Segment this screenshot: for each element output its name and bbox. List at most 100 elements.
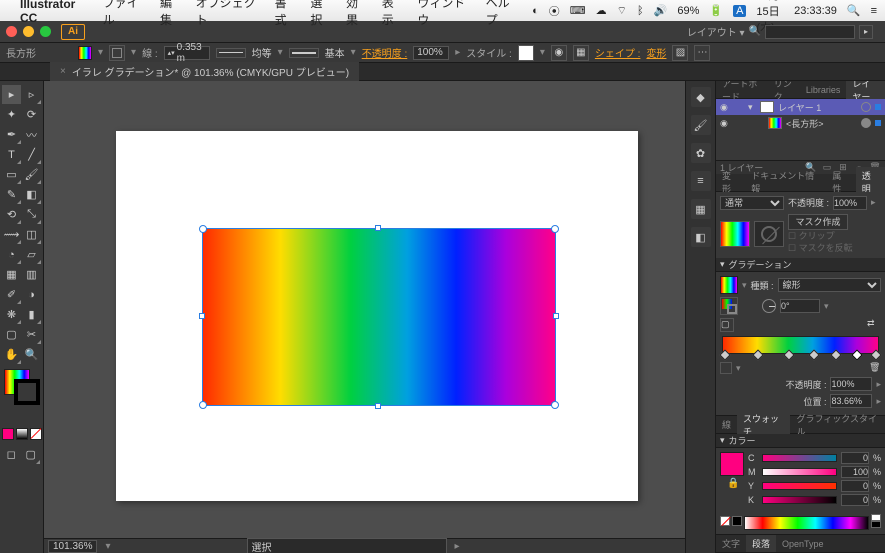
menu-object[interactable]: オブジェクト	[196, 0, 261, 28]
resize-handle[interactable]	[375, 225, 381, 231]
visibility-icon[interactable]: ◉	[720, 102, 732, 113]
battery-icon[interactable]: 🔋	[709, 4, 723, 17]
lasso-tool[interactable]: ⟳	[22, 105, 41, 124]
isolate-icon[interactable]: ▨	[672, 45, 688, 61]
fill-stroke-indicator[interactable]	[4, 369, 39, 409]
free-transform-tool[interactable]: ◫	[22, 225, 41, 244]
opacity-input[interactable]: 100%	[413, 46, 449, 60]
channel-k-slider[interactable]	[762, 496, 837, 504]
opacity-input[interactable]	[833, 196, 867, 210]
hand-tool[interactable]: ✋	[2, 345, 21, 364]
gradient-angle-input[interactable]	[780, 299, 820, 313]
blend-mode-select[interactable]: 通常	[720, 196, 784, 210]
clip-checkbox[interactable]: ☐ クリップ	[788, 230, 853, 242]
color-mode-icon[interactable]	[2, 428, 14, 440]
channel-c-input[interactable]	[841, 452, 869, 464]
gradient-tool[interactable]: ▥	[22, 265, 41, 284]
panel-tab-libraries[interactable]: Libraries	[800, 83, 847, 97]
resize-handle[interactable]	[551, 225, 559, 233]
minimize-window-button[interactable]	[23, 26, 34, 37]
status-icon[interactable]: ☁	[596, 4, 607, 17]
rectangle-tool[interactable]: ▭	[2, 165, 21, 184]
menu-window[interactable]: ウィンドウ	[417, 0, 471, 28]
shaper-tool[interactable]: ✎	[2, 185, 21, 204]
graph-tool[interactable]: ▮	[22, 305, 41, 324]
rotate-tool[interactable]: ⟲	[2, 205, 21, 224]
gradient-stop[interactable]	[808, 350, 819, 361]
gradient-thumb[interactable]	[720, 276, 738, 294]
channel-m-input[interactable]	[841, 466, 869, 478]
panel-tab-character[interactable]: 文字	[716, 535, 746, 552]
document-tab[interactable]: × イラレ グラデーション* @ 101.36% (CMYK/GPU プレビュー…	[50, 62, 359, 81]
fill-swatch[interactable]	[78, 46, 92, 60]
black-swatch[interactable]	[871, 521, 881, 528]
target-icon[interactable]	[861, 118, 871, 128]
resize-handle[interactable]	[199, 401, 207, 409]
brush-def[interactable]	[289, 48, 319, 58]
panel-tab-paragraph[interactable]: 段落	[746, 535, 776, 552]
canvas[interactable]: 101.36% ▾ 選択 ▸	[44, 81, 685, 553]
channel-k-input[interactable]	[841, 494, 869, 506]
slice-tool[interactable]: ✂	[22, 325, 41, 344]
resize-handle[interactable]	[199, 313, 205, 319]
channel-c-slider[interactable]	[762, 454, 837, 462]
gradient-fill-stroke[interactable]	[720, 297, 738, 315]
black-swatch[interactable]	[732, 516, 742, 526]
blend-tool[interactable]: ◑	[22, 285, 41, 304]
gradient-type-select[interactable]: 線形	[778, 278, 881, 292]
gradient-stop[interactable]	[870, 350, 881, 361]
notifications-icon[interactable]: ≡	[871, 5, 877, 17]
paintbrush-tool[interactable]: 🖌	[22, 165, 41, 184]
maximize-window-button[interactable]	[40, 26, 51, 37]
no-fill-icon[interactable]	[109, 45, 125, 61]
draw-mode-icon[interactable]: ◻	[2, 445, 21, 464]
color-panel-header[interactable]: ▾ カラー	[716, 434, 885, 448]
search-icon[interactable]: 🔍	[749, 26, 761, 37]
white-swatch[interactable]	[871, 514, 881, 521]
layer-name[interactable]: レイヤー 1	[778, 101, 857, 114]
scale-tool[interactable]: ⤡	[22, 205, 41, 224]
gradient-stop[interactable]	[830, 350, 841, 361]
align-icon[interactable]: ▦	[573, 45, 589, 61]
mask-thumb[interactable]	[754, 221, 784, 247]
layer-row[interactable]: ◉ <長方形>	[716, 115, 885, 131]
eyedropper-tool[interactable]: ✐	[2, 285, 21, 304]
menu-help[interactable]: ヘルプ	[486, 0, 519, 28]
pen-tool[interactable]: ✒	[2, 125, 21, 144]
menu-type[interactable]: 書式	[275, 0, 297, 28]
none-mode-icon[interactable]	[30, 428, 42, 440]
transform-link[interactable]: 変形	[646, 45, 666, 60]
stroke-color[interactable]	[14, 379, 40, 405]
line-tool[interactable]: ╱	[22, 145, 41, 164]
reverse-gradient-icon[interactable]: ⇄	[867, 318, 881, 332]
stroke-width-input[interactable]: ▴▾0.353 m	[164, 46, 210, 60]
screen-mode-icon[interactable]: ▢	[22, 445, 41, 464]
stop-opacity-input[interactable]	[830, 377, 872, 391]
search-input[interactable]	[765, 25, 855, 39]
collapse-icon[interactable]: ▾	[720, 435, 725, 446]
stop-location-input[interactable]	[830, 394, 872, 408]
gradient-stop-selected[interactable]	[852, 350, 863, 361]
resize-handle[interactable]	[551, 401, 559, 409]
type-tool[interactable]: T	[2, 145, 21, 164]
gradient-mode-icon[interactable]	[16, 428, 28, 440]
resize-handle[interactable]	[375, 403, 381, 409]
layout-dropdown[interactable]: レイアウト ▾	[687, 24, 745, 39]
status-icon[interactable]: ⌨	[570, 4, 586, 17]
delete-stop-icon[interactable]: 🗑	[869, 362, 881, 374]
menu-effect[interactable]: 効果	[346, 0, 368, 28]
none-swatch[interactable]	[720, 516, 730, 526]
menu-edit[interactable]: 編集	[160, 0, 182, 28]
gradient-stop[interactable]	[783, 350, 794, 361]
visibility-icon[interactable]: ◉	[720, 118, 732, 129]
pathfinder-icon[interactable]: ◧	[691, 227, 711, 247]
symbols-icon[interactable]: ✿	[691, 143, 711, 163]
transparency-thumb[interactable]	[720, 221, 750, 247]
invert-mask-checkbox[interactable]: ☐ マスクを反転	[788, 242, 853, 254]
panel-toggle-button[interactable]: ▸	[859, 25, 873, 39]
align-panel-icon[interactable]: ▦	[691, 199, 711, 219]
opacity-link[interactable]: 不透明度 :	[362, 45, 408, 60]
perspective-tool[interactable]: ▱	[22, 245, 41, 264]
direct-selection-tool[interactable]: ▹	[22, 85, 41, 104]
selected-rectangle[interactable]	[202, 228, 556, 406]
